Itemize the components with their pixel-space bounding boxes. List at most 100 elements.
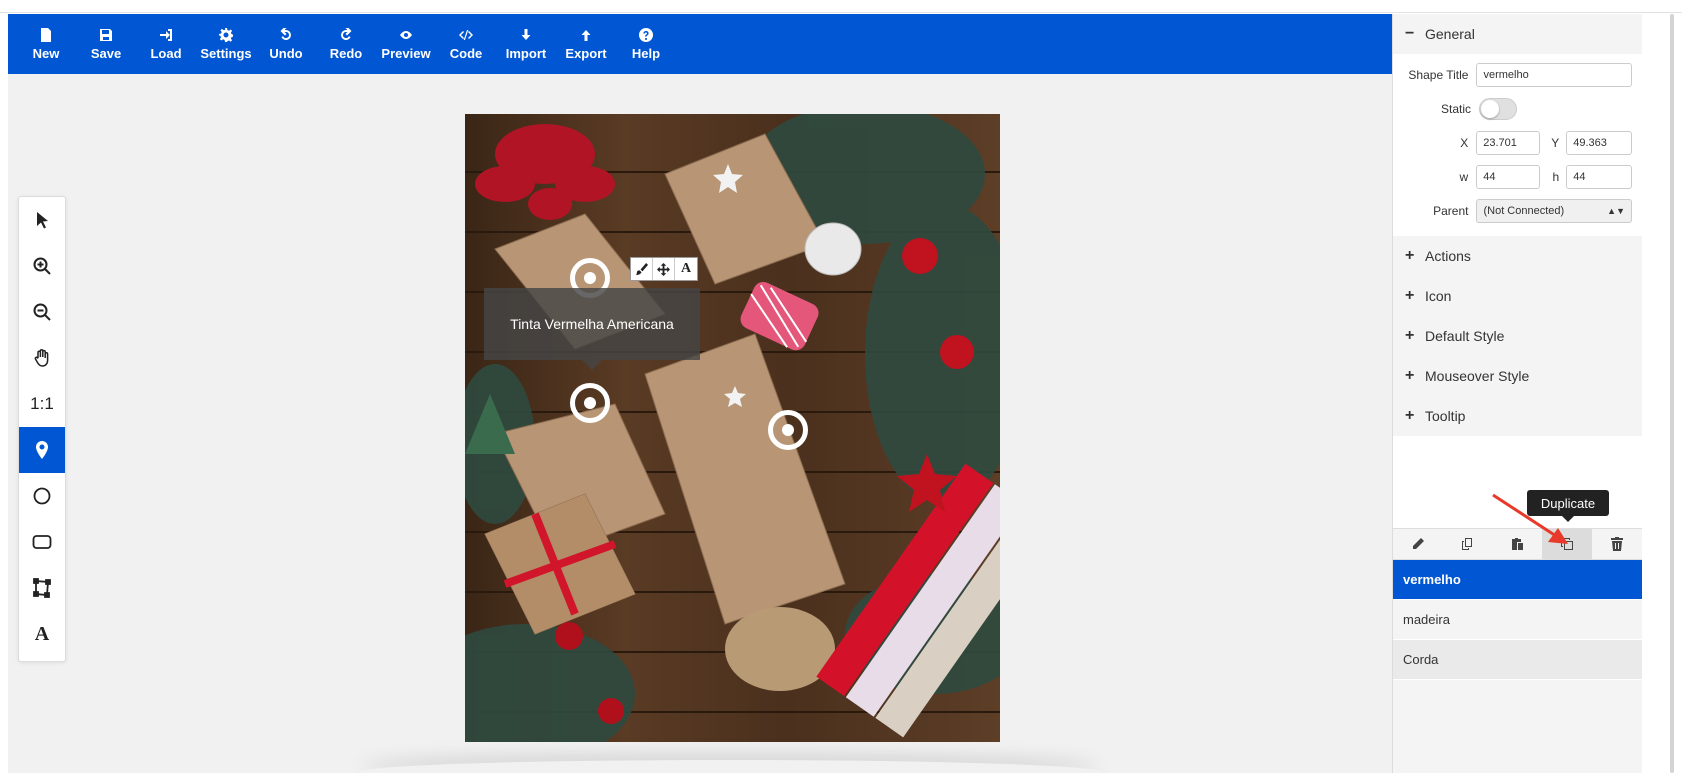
- main-toolbar: New Save Load Settings Undo Redo Preview…: [8, 14, 1392, 74]
- y-label: Y: [1551, 136, 1560, 150]
- hotspot-dot: [584, 272, 596, 284]
- code-label: Code: [449, 45, 483, 61]
- expand-icon: +: [1405, 247, 1415, 264]
- shape-item-vermelho[interactable]: vermelho: [1393, 560, 1642, 600]
- hotspot-dot: [584, 397, 596, 409]
- parent-label: Parent: [1433, 204, 1469, 218]
- undo-label: Undo: [269, 45, 303, 61]
- h-label: h: [1552, 170, 1560, 184]
- section-actions-title: Actions: [1425, 248, 1471, 264]
- x-label: X: [1460, 136, 1469, 150]
- section-default-style-header[interactable]: + Default Style: [1393, 316, 1642, 356]
- section-tooltip-header[interactable]: + Tooltip: [1393, 396, 1642, 436]
- export-button[interactable]: Export: [556, 14, 616, 74]
- spot-tooltip: Tinta Vermelha Americana: [484, 288, 700, 360]
- copy-style-button[interactable]: [1443, 529, 1493, 559]
- new-button[interactable]: New: [16, 14, 76, 74]
- shape-item-corda[interactable]: Corda: [1393, 640, 1642, 680]
- hotspot-madeira[interactable]: [570, 383, 610, 423]
- properties-panel: − General Shape Title vermelho Static X …: [1392, 14, 1642, 773]
- hotspot-dot: [782, 424, 794, 436]
- import-button[interactable]: Import: [496, 14, 556, 74]
- select-arrows-icon: ▲▼: [1607, 206, 1625, 216]
- paintbrush-icon: [635, 262, 648, 275]
- circle-icon: [33, 487, 51, 505]
- pointer-icon: [37, 212, 48, 229]
- arrow-up-icon: [581, 29, 591, 41]
- new-label: New: [32, 45, 60, 61]
- pencil-icon: [1412, 538, 1424, 549]
- preview-button[interactable]: Preview: [376, 14, 436, 74]
- zoom-out-icon: [33, 303, 51, 321]
- eye-icon: [400, 30, 412, 39]
- spot-tooltip-arrow: [582, 360, 602, 370]
- w-label: w: [1459, 170, 1469, 184]
- drawing-tools-panel: 1:1 A: [18, 196, 66, 662]
- rename-shape-button[interactable]: [1393, 529, 1443, 559]
- move-button[interactable]: [653, 258, 675, 280]
- collapse-icon: −: [1405, 25, 1415, 42]
- static-label: Static: [1440, 102, 1471, 116]
- zoom-in-tool[interactable]: [19, 243, 65, 289]
- w-input[interactable]: 44: [1476, 165, 1541, 189]
- section-general-header[interactable]: − General: [1393, 14, 1642, 54]
- settings-button[interactable]: Settings: [196, 14, 256, 74]
- zoom-out-tool[interactable]: [19, 289, 65, 335]
- shape-item-madeira[interactable]: madeira: [1393, 600, 1642, 640]
- trash-icon: [1611, 537, 1624, 551]
- parent-row: Parent (Not Connected) ▲▼: [1403, 194, 1632, 228]
- wh-row: w 44 h 44: [1403, 160, 1632, 194]
- oval-tool[interactable]: [19, 473, 65, 519]
- hand-icon: [34, 349, 49, 367]
- annotation-arrow-icon: [1492, 493, 1568, 544]
- parent-select[interactable]: (Not Connected) ▲▼: [1476, 199, 1632, 223]
- parent-select-value: (Not Connected): [1483, 205, 1565, 217]
- section-tooltip-title: Tooltip: [1425, 408, 1466, 424]
- page-scrollbar[interactable]: [1670, 14, 1674, 773]
- floppy-icon: [100, 28, 112, 41]
- load-button[interactable]: Load: [136, 14, 196, 74]
- undo-icon: [280, 27, 291, 40]
- save-label: Save: [90, 45, 122, 61]
- text-tool[interactable]: A: [19, 611, 65, 657]
- import-label: Import: [505, 45, 547, 61]
- pan-tool[interactable]: [19, 335, 65, 381]
- load-label: Load: [150, 45, 182, 61]
- section-general-title: General: [1425, 26, 1475, 42]
- shape-title-label: Shape Title: [1408, 68, 1469, 82]
- save-button[interactable]: Save: [76, 14, 136, 74]
- rectangle-tool[interactable]: [19, 519, 65, 565]
- christmas-photo: [465, 114, 1000, 742]
- section-mouseover-style-header[interactable]: + Mouseover Style: [1393, 356, 1642, 396]
- actual-size-tool[interactable]: 1:1: [19, 381, 65, 427]
- hotspot-corda[interactable]: [768, 410, 808, 450]
- map-pin-icon: [36, 441, 48, 459]
- x-input[interactable]: 23.701: [1476, 131, 1541, 155]
- undo-button[interactable]: Undo: [256, 14, 316, 74]
- code-button[interactable]: Code: [436, 14, 496, 74]
- section-icon-header[interactable]: + Icon: [1393, 276, 1642, 316]
- xy-row: X 23.701 Y 49.363: [1403, 126, 1632, 160]
- file-icon: [41, 27, 51, 42]
- h-input[interactable]: 44: [1566, 165, 1632, 189]
- rounded-rect-icon: [32, 535, 52, 549]
- help-button[interactable]: Help: [616, 14, 676, 74]
- shape-title-input[interactable]: vermelho: [1476, 63, 1632, 87]
- edit-text-button[interactable]: A: [675, 258, 697, 280]
- delete-shape-button[interactable]: [1592, 529, 1642, 559]
- expand-icon: +: [1405, 367, 1415, 384]
- copy-style-icon: [1461, 538, 1472, 550]
- image-canvas[interactable]: A Tinta Vermelha Americana: [465, 114, 1000, 742]
- spot-tool[interactable]: [19, 427, 65, 473]
- edit-style-button[interactable]: [631, 258, 653, 280]
- shape-title-row: Shape Title vermelho: [1403, 58, 1632, 92]
- spot-tooltip-text: Tinta Vermelha Americana: [510, 316, 674, 332]
- select-tool[interactable]: [19, 197, 65, 243]
- y-input[interactable]: 49.363: [1566, 131, 1632, 155]
- polygon-tool[interactable]: [19, 565, 65, 611]
- zoom-in-icon: [33, 257, 51, 275]
- redo-button[interactable]: Redo: [316, 14, 376, 74]
- static-row: Static: [1403, 92, 1632, 126]
- static-toggle[interactable]: [1479, 98, 1517, 120]
- section-actions-header[interactable]: + Actions: [1393, 236, 1642, 276]
